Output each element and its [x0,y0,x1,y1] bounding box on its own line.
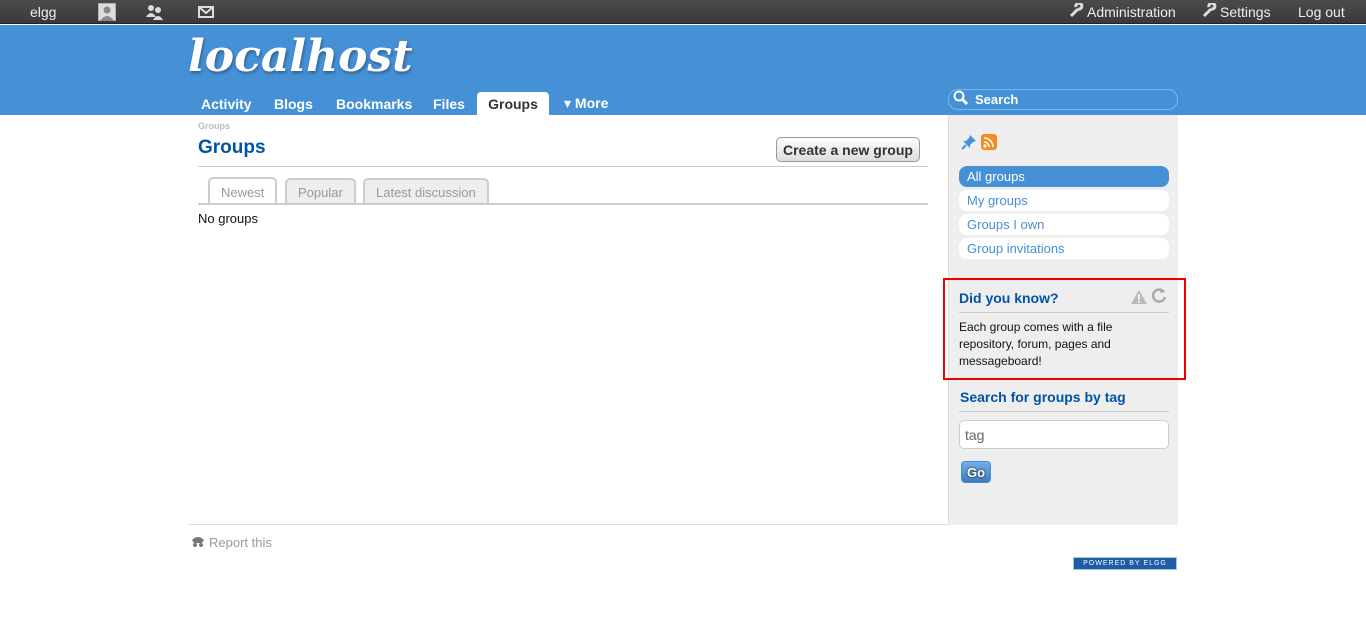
search-placeholder: Search [975,92,1019,107]
tag-search-title: Search for groups by tag [960,389,1126,405]
logout-link[interactable]: Log out [1298,0,1345,24]
nav-groups[interactable]: Groups [477,92,549,116]
search-icon [953,90,969,109]
pin-icon[interactable] [961,134,977,153]
elgg-logo[interactable]: elgg [30,0,56,24]
sidebar-item-groups-i-own[interactable]: Groups I own [959,214,1169,235]
nav-blogs[interactable]: Blogs [265,92,322,115]
site-header: localhost Activity Blogs Bookmarks Files… [0,25,1366,116]
friends-icon[interactable] [146,0,164,24]
sidebar-item-my-groups[interactable]: My groups [959,190,1169,211]
divider [959,312,1169,313]
wrench-icon [1201,1,1217,22]
tab-newest[interactable]: Newest [208,177,278,205]
wrench-icon [1068,1,1084,22]
rss-icon[interactable] [981,134,997,150]
nav-more[interactable]: ▾ More [555,92,617,115]
report-icon [190,534,206,551]
sidebar-item-all-groups[interactable]: All groups [959,166,1169,187]
report-this-label: Report this [209,535,272,550]
avatar-icon[interactable] [98,0,116,24]
tag-search-input[interactable] [959,420,1169,449]
divider [198,166,928,167]
empty-message: No groups [198,211,258,226]
administration-link[interactable]: Administration [1068,0,1176,24]
messages-icon[interactable] [198,0,214,24]
nav-bookmarks[interactable]: Bookmarks [327,92,421,115]
tab-popular[interactable]: Popular [285,178,356,204]
administration-label: Administration [1087,4,1176,20]
topbar: elgg Administration Settings Log out [0,0,1366,24]
search-input[interactable]: Search [948,89,1178,110]
nav-files[interactable]: Files [424,92,474,115]
refresh-icon[interactable] [1151,287,1167,308]
sidebar-item-group-invitations[interactable]: Group invitations [959,238,1169,259]
powered-by-elgg-badge[interactable]: POWERED BY ELGG [1073,557,1177,570]
tab-latest-discussion[interactable]: Latest discussion [363,178,489,204]
nav-activity[interactable]: Activity [192,92,261,115]
main-layout: Groups Groups Create a new group Newest … [188,115,1186,525]
sidebar: All groups My groups Groups I own Group … [943,115,1186,525]
divider [959,411,1169,412]
report-this-link[interactable]: Report this [190,534,272,551]
go-button[interactable]: Go [961,461,991,483]
breadcrumb[interactable]: Groups [198,121,230,131]
settings-label: Settings [1220,4,1271,20]
page-title: Groups [198,137,266,158]
divider [198,203,928,205]
create-group-button[interactable]: Create a new group [776,137,920,162]
warning-icon[interactable] [1131,290,1147,307]
site-name[interactable]: localhost [188,31,413,82]
did-you-know-text: Each group comes with a file repository,… [959,320,1113,368]
settings-link[interactable]: Settings [1201,0,1271,24]
did-you-know-title: Did you know? [959,290,1059,306]
